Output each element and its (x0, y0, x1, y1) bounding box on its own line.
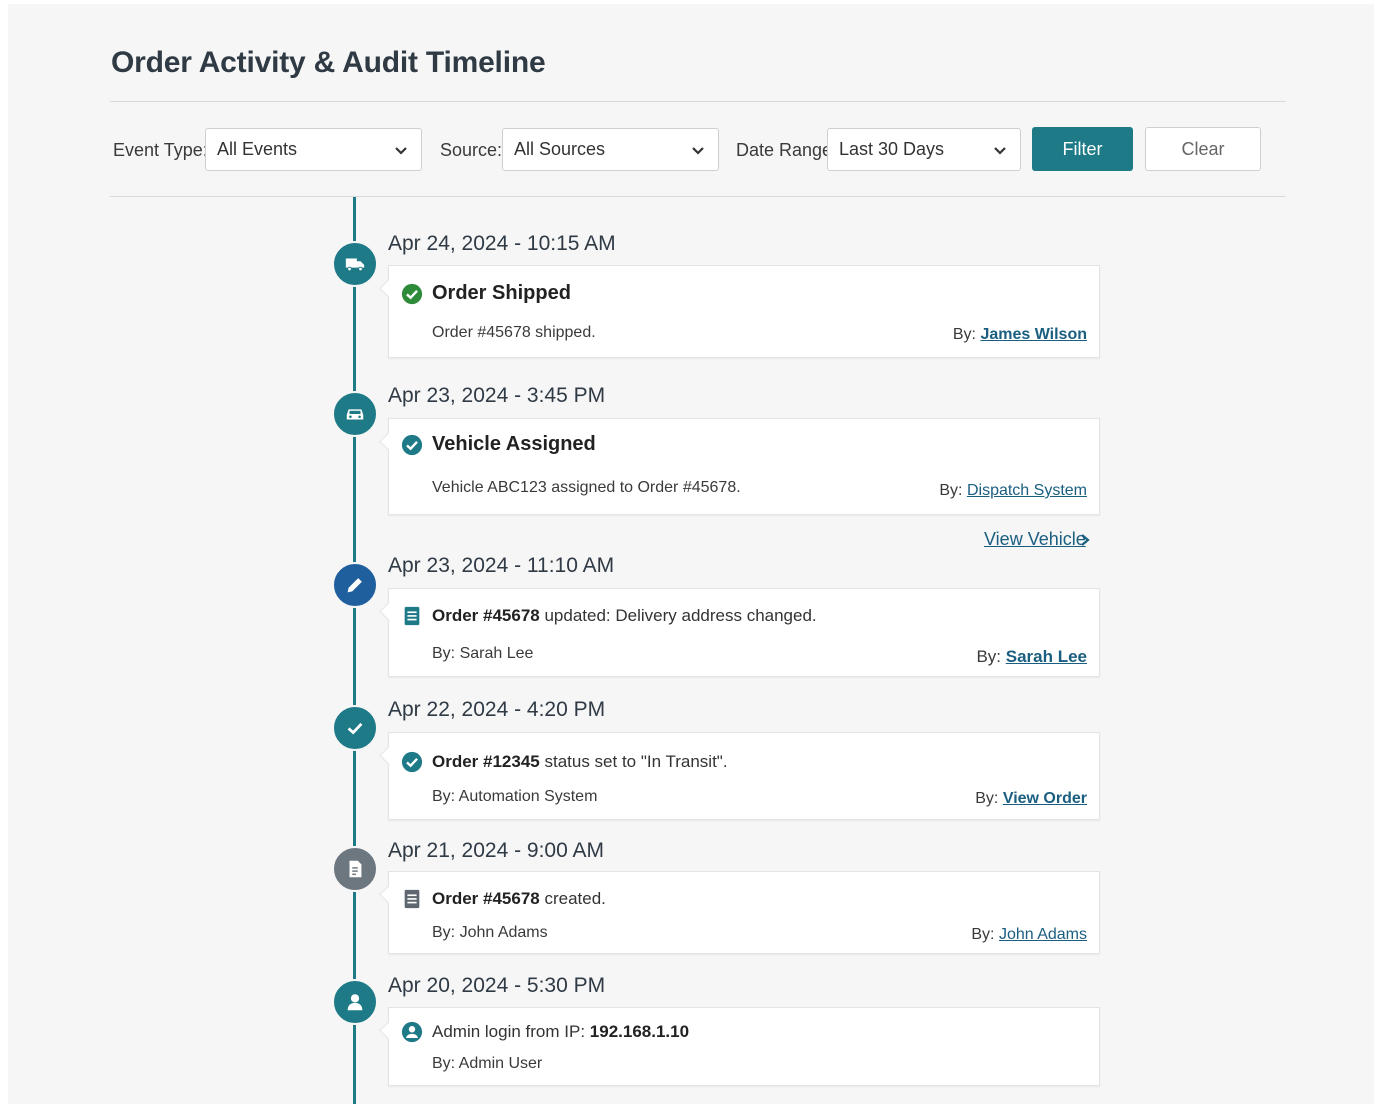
view-vehicle-link[interactable]: View Vehicle (984, 529, 1086, 550)
by-label: By: (975, 790, 999, 807)
car-icon (346, 409, 364, 420)
event-title: Order Shipped (432, 282, 571, 304)
source-value: All Sources (514, 139, 606, 159)
chevron-down-icon (395, 147, 407, 155)
timeline-node (332, 705, 378, 751)
event-card: Admin login from IP: 192.168.1.10 By: Ad… (388, 1007, 1100, 1086)
event-date: Apr 23, 2024 - 11:10 AM (388, 554, 615, 577)
event-card: Vehicle Assigned Vehicle ABC123 assigned… (388, 418, 1100, 515)
order-number: Order #45678 (432, 606, 540, 625)
event-type-value: All Events (217, 139, 298, 159)
event-card: Order #45678 updated: Delivery address c… (388, 588, 1100, 677)
event-summary: Order #45678 created. (432, 889, 606, 909)
page-title: Order Activity & Audit Timeline (111, 46, 546, 79)
date-range-select[interactable]: Last 30 Days (827, 128, 1021, 171)
event-summary: Order #45678 updated: Delivery address c… (432, 606, 817, 626)
source-label: Source: (440, 140, 503, 160)
author-link[interactable]: James Wilson (980, 326, 1087, 343)
event-description: Vehicle ABC123 assigned to Order #45678. (432, 479, 741, 496)
author-link[interactable]: John Adams (999, 926, 1087, 943)
date-range-label: Date Range: (736, 140, 838, 160)
event-date: Apr 21, 2024 - 9:00 AM (388, 839, 604, 862)
user-circle-icon (401, 1021, 423, 1043)
check-circle-icon (401, 751, 423, 773)
by-label: By: (971, 926, 995, 943)
clear-button[interactable]: Clear (1145, 127, 1261, 171)
event-summary-text: created. (539, 889, 606, 908)
event-card: Order Shipped Order #45678 shipped. By: … (388, 265, 1100, 358)
timeline-node (332, 562, 378, 608)
check-circle-icon (401, 434, 423, 455)
event-summary-text: updated: Delivery address changed. (539, 606, 817, 625)
event-author: By: View Order (975, 790, 1087, 808)
event-card: Order #45678 created. By: John Adams By:… (388, 871, 1100, 954)
event-card: Order #12345 status set to "In Transit".… (388, 732, 1100, 820)
event-title: Vehicle Assigned (432, 433, 596, 455)
source-select[interactable]: All Sources (502, 128, 719, 171)
filter-divider (110, 196, 1286, 197)
event-type-label: Event Type: (113, 140, 208, 160)
event-date: Apr 22, 2024 - 4:20 PM (388, 698, 606, 721)
document-icon (349, 860, 362, 878)
event-description: Order #45678 shipped. (432, 324, 596, 341)
chevron-down-icon (994, 147, 1006, 155)
order-number: Order #12345 (432, 752, 540, 771)
date-range-value: Last 30 Days (839, 139, 945, 159)
timeline-node (332, 846, 378, 892)
chevron-right-icon (1081, 534, 1090, 546)
event-summary: Order #12345 status set to "In Transit". (432, 752, 728, 772)
timeline-node (332, 241, 378, 287)
order-number: Order #45678 (432, 889, 540, 908)
filter-button[interactable]: Filter (1032, 127, 1133, 171)
event-description: By: Automation System (432, 788, 598, 805)
event-summary: Admin login from IP: 192.168.1.10 (432, 1022, 689, 1042)
ip-address: 192.168.1.10 (589, 1022, 690, 1041)
author-link[interactable]: Dispatch System (967, 482, 1087, 499)
event-type-select[interactable]: All Events (205, 128, 422, 171)
document-icon (404, 889, 420, 909)
event-date: Apr 23, 2024 - 3:45 PM (388, 384, 606, 407)
event-author: By: John Adams (971, 926, 1087, 944)
check-icon (347, 722, 363, 735)
author-link[interactable]: Sarah Lee (1006, 647, 1087, 666)
event-description: By: Sarah Lee (432, 645, 534, 662)
timeline-node (332, 391, 378, 437)
event-author: By: James Wilson (953, 326, 1087, 344)
view-order-link[interactable]: View Order (1003, 790, 1087, 807)
by-label: By: (976, 647, 1001, 666)
timeline-rail (353, 197, 356, 1104)
pencil-icon (347, 578, 362, 593)
event-description: By: John Adams (432, 924, 548, 941)
chevron-down-icon (692, 147, 704, 155)
event-date: Apr 20, 2024 - 5:30 PM (388, 974, 606, 997)
event-date: Apr 24, 2024 - 10:15 AM (388, 232, 616, 255)
event-description: By: Admin User (432, 1055, 543, 1072)
event-author: By: Dispatch System (939, 482, 1087, 500)
event-author: By: Sarah Lee (976, 647, 1087, 667)
event-summary-text: Admin login from IP: (432, 1022, 590, 1041)
title-divider (110, 101, 1286, 102)
user-icon (347, 994, 363, 1011)
document-icon (404, 606, 420, 626)
by-label: By: (952, 326, 976, 343)
timeline-node (332, 979, 378, 1025)
event-summary-text: status set to "In Transit". (539, 752, 728, 771)
truck-icon (345, 258, 365, 272)
by-label: By: (939, 482, 963, 499)
check-circle-icon (401, 283, 423, 304)
